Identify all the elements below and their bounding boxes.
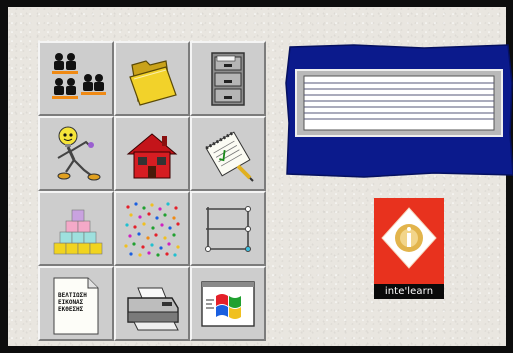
open-folder-icon [129,60,177,106]
windows-flag-icon [201,281,255,327]
document-line: ΕΚΘΕΣΗΣ [58,306,84,313]
tile-cabinet[interactable] [190,41,266,116]
lined-board-panel [284,43,513,179]
document-icon: ΒΕΛΤΙΩΣΗ ΕΙΚΟΝΑΣ ΕΚΘΕΣΗΣ [52,276,100,336]
tile-notepad[interactable] [190,116,266,191]
shelf-icon [205,206,251,252]
tile-windows[interactable] [190,266,266,341]
notepad-pencil-icon [205,130,254,182]
filing-cabinet-icon [211,52,245,106]
tile-document[interactable]: ΒΕΛΤΙΩΣΗ ΕΙΚΟΝΑΣ ΕΚΘΕΣΗΣ [38,266,114,341]
app-window: ΒΕΛΤΙΩΣΗ ΕΙΚΟΝΑΣ ΕΚΘΕΣΗΣ inte'learn [0,0,513,353]
confetti-icon [124,202,180,257]
tile-lightbulb[interactable] [38,116,114,191]
printer-icon [127,287,179,331]
tile-house[interactable] [114,116,190,191]
tile-folder[interactable] [114,41,190,116]
brand-name: inte'learn [374,284,444,299]
tile-people[interactable] [38,41,114,116]
document-text: ΒΕΛΤΙΩΣΗ ΕΙΚΟΝΑΣ ΕΚΘΕΣΗΣ [58,292,98,313]
document-line: ΒΕΛΤΙΩΣΗ [58,292,87,299]
lightbulb-character-icon [57,126,101,181]
tile-confetti[interactable] [114,191,190,266]
tile-printer[interactable] [114,266,190,341]
building-blocks-icon [53,209,103,255]
people-group-icon [52,53,106,99]
document-line: ΕΙΚΟΝΑΣ [58,299,84,306]
house-icon [126,133,178,179]
launcher-grid: ΒΕΛΤΙΩΣΗ ΕΙΚΟΝΑΣ ΕΚΘΕΣΗΣ [38,41,266,341]
tile-blocks[interactable] [38,191,114,266]
intelearn-logo[interactable]: inte'learn [374,198,444,299]
tile-shelf[interactable] [190,191,266,266]
